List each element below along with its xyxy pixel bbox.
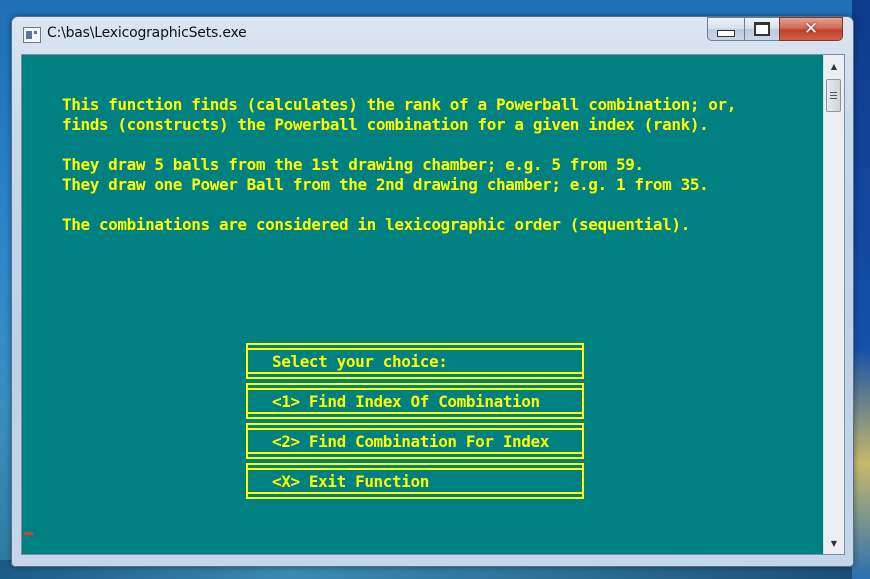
desktop-edge: [852, 0, 870, 579]
menu-option-label: <1> Find Index Of Combination: [272, 392, 540, 411]
text-cursor: [24, 532, 33, 535]
console-client-area: This function finds (calculates) the ran…: [21, 54, 845, 555]
menu-header-box: Select your choice:: [246, 343, 584, 379]
grip-icon: [830, 92, 837, 93]
grip-icon: [830, 95, 837, 96]
vertical-scrollbar[interactable]: ▲ ▼: [823, 55, 844, 554]
scroll-thumb[interactable]: [826, 79, 841, 112]
maximize-icon: [754, 22, 770, 36]
draw-line-2: They draw one Power Ball from the 2nd dr…: [62, 175, 709, 194]
menu-option-label: <X> Exit Function: [272, 472, 429, 491]
menu-option-find-combination[interactable]: <2> Find Combination For Index: [246, 423, 584, 459]
title-bar[interactable]: C:\bas\LexicographicSets.exe ✕: [12, 17, 853, 51]
scroll-down-icon: ▼: [830, 538, 838, 548]
scroll-down-button[interactable]: ▼: [824, 534, 844, 552]
console-window: C:\bas\LexicographicSets.exe ✕ This func…: [11, 16, 854, 567]
grip-icon: [830, 98, 837, 99]
maximize-button[interactable]: [744, 17, 780, 41]
close-icon: ✕: [803, 19, 819, 39]
menu-option-label: <2> Find Combination For Index: [272, 432, 549, 451]
intro-line-2: finds (constructs) the Powerball combina…: [62, 115, 709, 134]
intro-line-1: This function finds (calculates) the ran…: [62, 95, 736, 114]
scroll-up-icon: ▲: [830, 61, 838, 71]
minimize-icon: [717, 30, 735, 37]
console-output: This function finds (calculates) the ran…: [22, 55, 823, 554]
choice-menu: Select your choice: <1> Find Index Of Co…: [246, 343, 588, 507]
minimize-button[interactable]: [707, 17, 745, 41]
close-button[interactable]: ✕: [779, 17, 843, 41]
draw-line-1: They draw 5 balls from the 1st drawing c…: [62, 155, 644, 174]
window-title: C:\bas\LexicographicSets.exe: [47, 25, 247, 41]
console-app-icon[interactable]: [23, 27, 41, 43]
menu-option-exit[interactable]: <X> Exit Function: [246, 463, 584, 499]
menu-option-find-index[interactable]: <1> Find Index Of Combination: [246, 383, 584, 419]
menu-header: Select your choice:: [272, 352, 448, 371]
order-line: The combinations are considered in lexic…: [62, 215, 690, 234]
scroll-up-button[interactable]: ▲: [824, 57, 844, 75]
